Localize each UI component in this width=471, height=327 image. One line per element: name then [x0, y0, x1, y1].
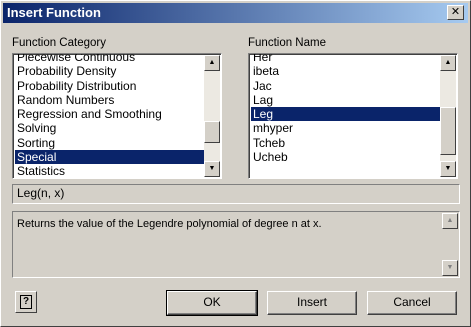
list-item[interactable]: mhyper [251, 121, 440, 135]
help-button[interactable]: ? [15, 291, 37, 313]
list-item[interactable]: Probability Distribution [15, 79, 204, 93]
insert-button[interactable]: Insert [267, 291, 357, 315]
list-item[interactable]: Lag [251, 93, 440, 107]
help-icon: ? [20, 295, 32, 309]
list-item[interactable]: Statistics [15, 164, 204, 178]
scroll-thumb[interactable] [204, 121, 220, 143]
ok-button[interactable]: OK [166, 290, 258, 316]
category-items: Piecewise Continuous Probability Density P… [15, 54, 204, 178]
scroll-up-icon[interactable]: ▲ [440, 55, 456, 71]
list-item[interactable]: Ucheb [251, 150, 440, 164]
list-item[interactable]: Random Numbers [15, 93, 204, 107]
list-item[interactable]: Solving [15, 121, 204, 135]
function-category-label: Function Category [12, 37, 106, 49]
window-title: Insert Function [7, 5, 101, 20]
insert-function-dialog: Insert Function ✕ Function Category Piec… [0, 0, 471, 327]
list-item[interactable]: Jac [251, 79, 440, 93]
list-item[interactable]: Piecewise Continuous [15, 54, 204, 64]
function-name-label: Function Name [248, 37, 326, 49]
list-item[interactable]: Probability Density [15, 64, 204, 78]
description-scrollbar[interactable]: ▲ ▼ [442, 213, 458, 276]
scroll-thumb[interactable] [440, 107, 456, 155]
scroll-up-icon[interactable]: ▲ [442, 213, 458, 229]
function-items: Her ibeta Jac Lag Leg mhyper Tcheb Ucheb [251, 54, 440, 164]
cancel-button[interactable]: Cancel [367, 291, 457, 315]
function-name-list[interactable]: Her ibeta Jac Lag Leg mhyper Tcheb Ucheb ▲ ▼ [248, 53, 458, 179]
scroll-down-icon[interactable]: ▼ [440, 161, 456, 177]
category-scrollbar[interactable]: ▲ ▼ [204, 55, 220, 177]
close-button[interactable]: ✕ [447, 5, 464, 20]
list-item[interactable]: Leg [251, 107, 440, 122]
function-description-box: Returns the value of the Legendre polyno… [12, 211, 460, 278]
title-bar: Insert Function ✕ [3, 3, 468, 23]
list-item[interactable]: Regression and Smoothing [15, 107, 204, 121]
list-item[interactable]: ibeta [251, 64, 440, 78]
function-scrollbar[interactable]: ▲ ▼ [440, 55, 456, 177]
function-category-list[interactable]: Piecewise Continuous Probability Density P… [12, 53, 222, 179]
list-item[interactable]: Her [251, 54, 440, 64]
list-item[interactable]: Tcheb [251, 136, 440, 150]
scroll-down-icon[interactable]: ▼ [204, 161, 220, 177]
list-item[interactable]: Special [15, 150, 204, 165]
scroll-up-icon[interactable]: ▲ [204, 55, 220, 71]
scroll-down-icon[interactable]: ▼ [442, 260, 458, 276]
function-syntax: Leg(n, x) [12, 184, 460, 204]
function-description: Returns the value of the Legendre polyno… [17, 218, 322, 230]
list-item[interactable]: Sorting [15, 136, 204, 150]
